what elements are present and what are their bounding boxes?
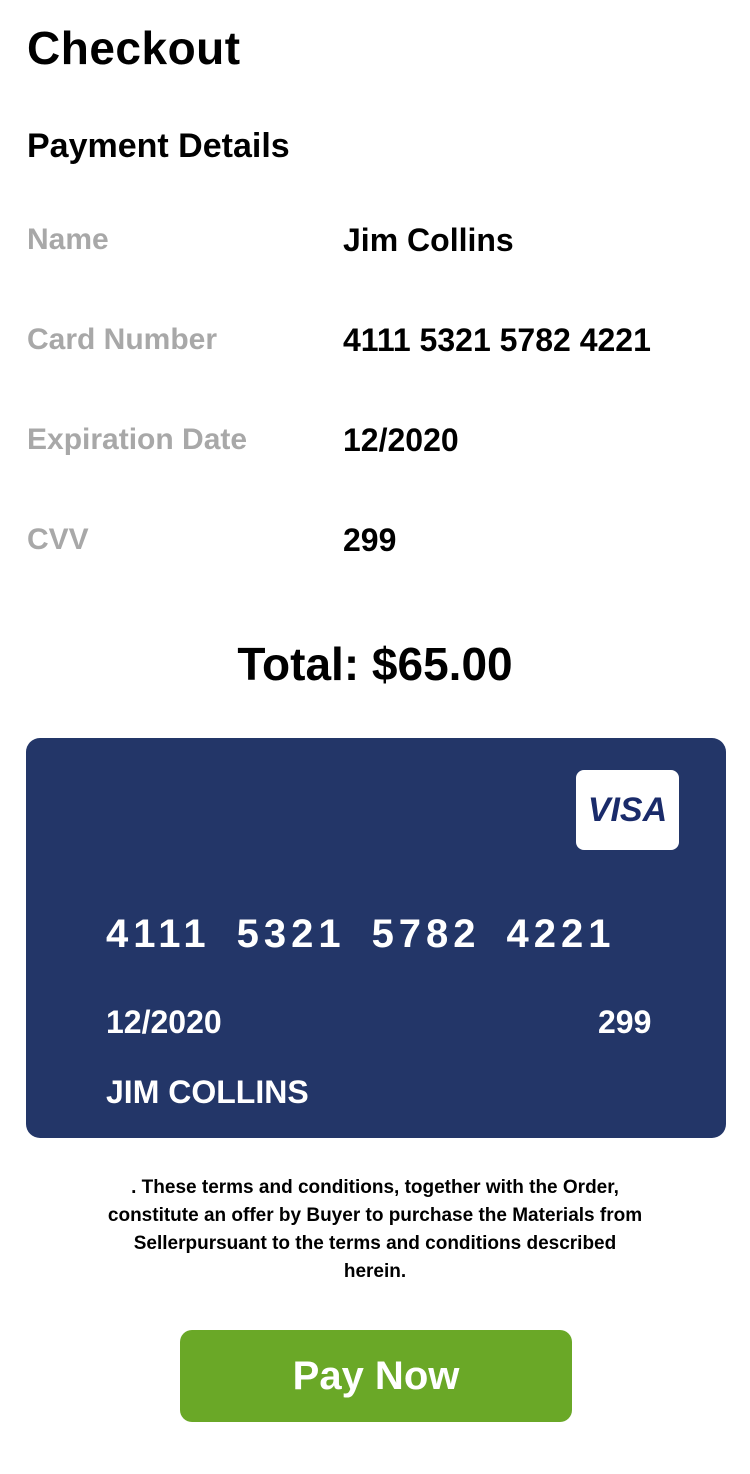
page-title: Checkout (27, 22, 241, 74)
card-number-group: 4111 (106, 912, 211, 956)
name-label: Name (27, 223, 109, 256)
card-number-group: 4221 (506, 912, 616, 956)
cvv-label: CVV (27, 523, 89, 556)
expiration-date-value[interactable]: 12/2020 (343, 410, 459, 470)
name-value[interactable]: Jim Collins (343, 210, 514, 270)
terms-text: . These terms and conditions, together w… (107, 1177, 643, 1282)
card-preview-holder: JIM COLLINS (106, 1074, 309, 1110)
visa-logo-icon: VISA (576, 770, 679, 850)
card-number-row: Card Number 4111 5321 5782 4221 (27, 310, 727, 370)
card-number-value[interactable]: 4111 5321 5782 4221 (343, 310, 651, 370)
card-preview-cvv: 299 (598, 1004, 652, 1040)
card-number-group: 5321 (236, 912, 346, 956)
payment-details-heading: Payment Details (27, 127, 290, 165)
card-preview-number: 4111 5321 5782 4221 (106, 908, 616, 960)
expiration-date-label: Expiration Date (27, 423, 248, 456)
card-preview-expiry: 12/2020 (106, 1004, 222, 1040)
card-number-label: Card Number (27, 323, 218, 356)
order-total: Total: $65.00 (237, 638, 513, 690)
credit-card-preview: VISA 4111 5321 5782 4221 12/2020 299 JIM CO… (26, 738, 726, 1138)
visa-logo-text: VISA (587, 791, 668, 829)
pay-now-button[interactable]: Pay Now (180, 1330, 572, 1422)
name-row: Name Jim Collins (27, 210, 727, 270)
cvv-value[interactable]: 299 (343, 510, 396, 570)
cvv-row: CVV 299 (27, 510, 727, 570)
card-number-group: 5782 (371, 912, 481, 956)
expiration-date-row: Expiration Date 12/2020 (27, 410, 727, 470)
